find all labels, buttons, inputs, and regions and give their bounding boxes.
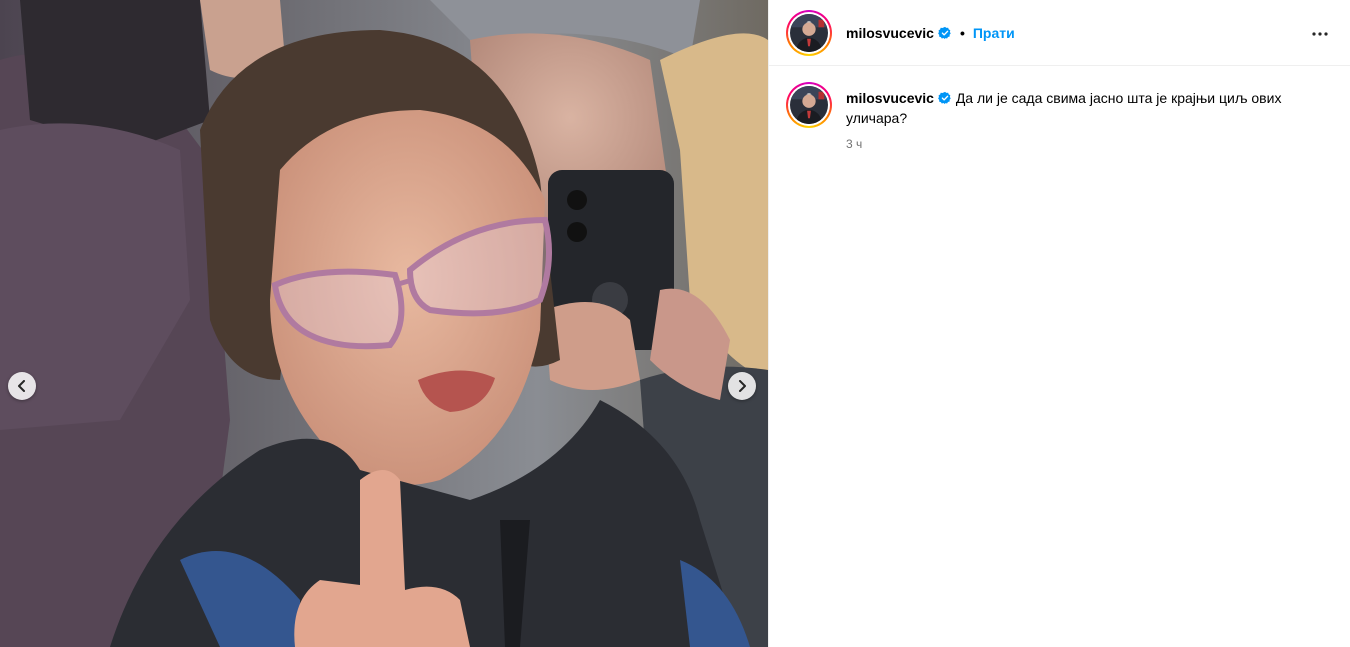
- post-photo: [0, 0, 768, 647]
- more-options-button[interactable]: [1308, 22, 1332, 46]
- caption-comment: milosvucevic Да ли је сада свима јасно ш…: [769, 66, 1350, 151]
- author-avatar[interactable]: [786, 9, 832, 56]
- verified-badge-icon: [938, 91, 951, 105]
- caption-username[interactable]: milosvucevic: [846, 90, 934, 106]
- chevron-right-icon: [739, 380, 746, 392]
- author-username[interactable]: milosvucevic: [846, 25, 934, 41]
- post-side-panel: milosvucevic • Прати milosvucevic Да ли …: [768, 0, 1350, 647]
- more-options-icon: [1312, 32, 1328, 36]
- previous-slide-button[interactable]: [8, 372, 36, 400]
- verified-badge-icon: [938, 26, 951, 39]
- next-slide-button[interactable]: [728, 372, 756, 400]
- post-media[interactable]: [0, 0, 768, 647]
- caption-author-avatar[interactable]: [786, 82, 832, 128]
- follow-button[interactable]: Прати: [973, 25, 1015, 41]
- chevron-left-icon: [18, 380, 25, 392]
- post-header: milosvucevic • Прати: [769, 0, 1350, 66]
- separator-dot: •: [959, 24, 965, 41]
- post-timestamp[interactable]: 3 ч: [846, 137, 1316, 151]
